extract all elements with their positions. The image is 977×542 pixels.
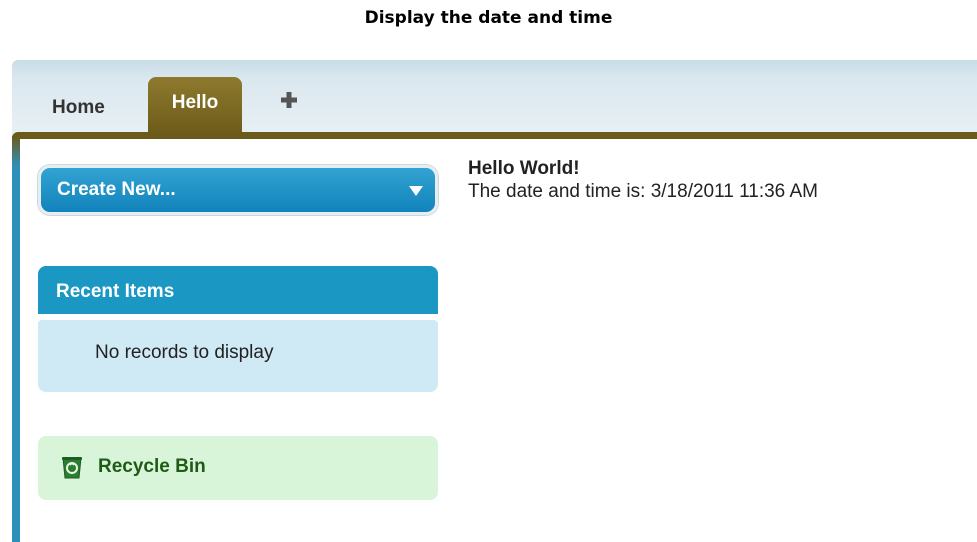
recycle-bin-link[interactable]: Recycle Bin <box>38 436 438 500</box>
plus-icon[interactable] <box>280 91 302 113</box>
create-new-button[interactable]: Create New... <box>38 165 438 215</box>
recent-items-empty: No records to display <box>38 320 438 392</box>
main-content: Hello World! The date and time is: 3/18/… <box>468 157 818 203</box>
tab-home[interactable]: Home <box>42 89 115 128</box>
recent-items-header: Recent Items <box>38 266 438 314</box>
create-new-label: Create New... <box>57 179 176 200</box>
tab-accent-bar <box>12 132 977 139</box>
sidebar-edge <box>12 136 20 542</box>
page-caption: Display the date and time <box>364 8 613 28</box>
trash-icon <box>61 455 83 479</box>
tab-hello[interactable]: Hello <box>148 77 242 137</box>
content-area: Create New... Recent Items No records to… <box>20 139 977 542</box>
hello-heading: Hello World! <box>468 158 580 179</box>
add-tab-plus-icon <box>281 92 297 108</box>
date-time-text: The date and time is: 3/18/2011 11:36 AM <box>468 181 818 202</box>
recycle-bin-label: Recycle Bin <box>98 456 206 477</box>
chevron-down-icon <box>409 186 423 196</box>
app-window: Home Hello Create New... Recent Items No… <box>12 60 977 542</box>
tab-bar: Home Hello <box>12 60 977 137</box>
